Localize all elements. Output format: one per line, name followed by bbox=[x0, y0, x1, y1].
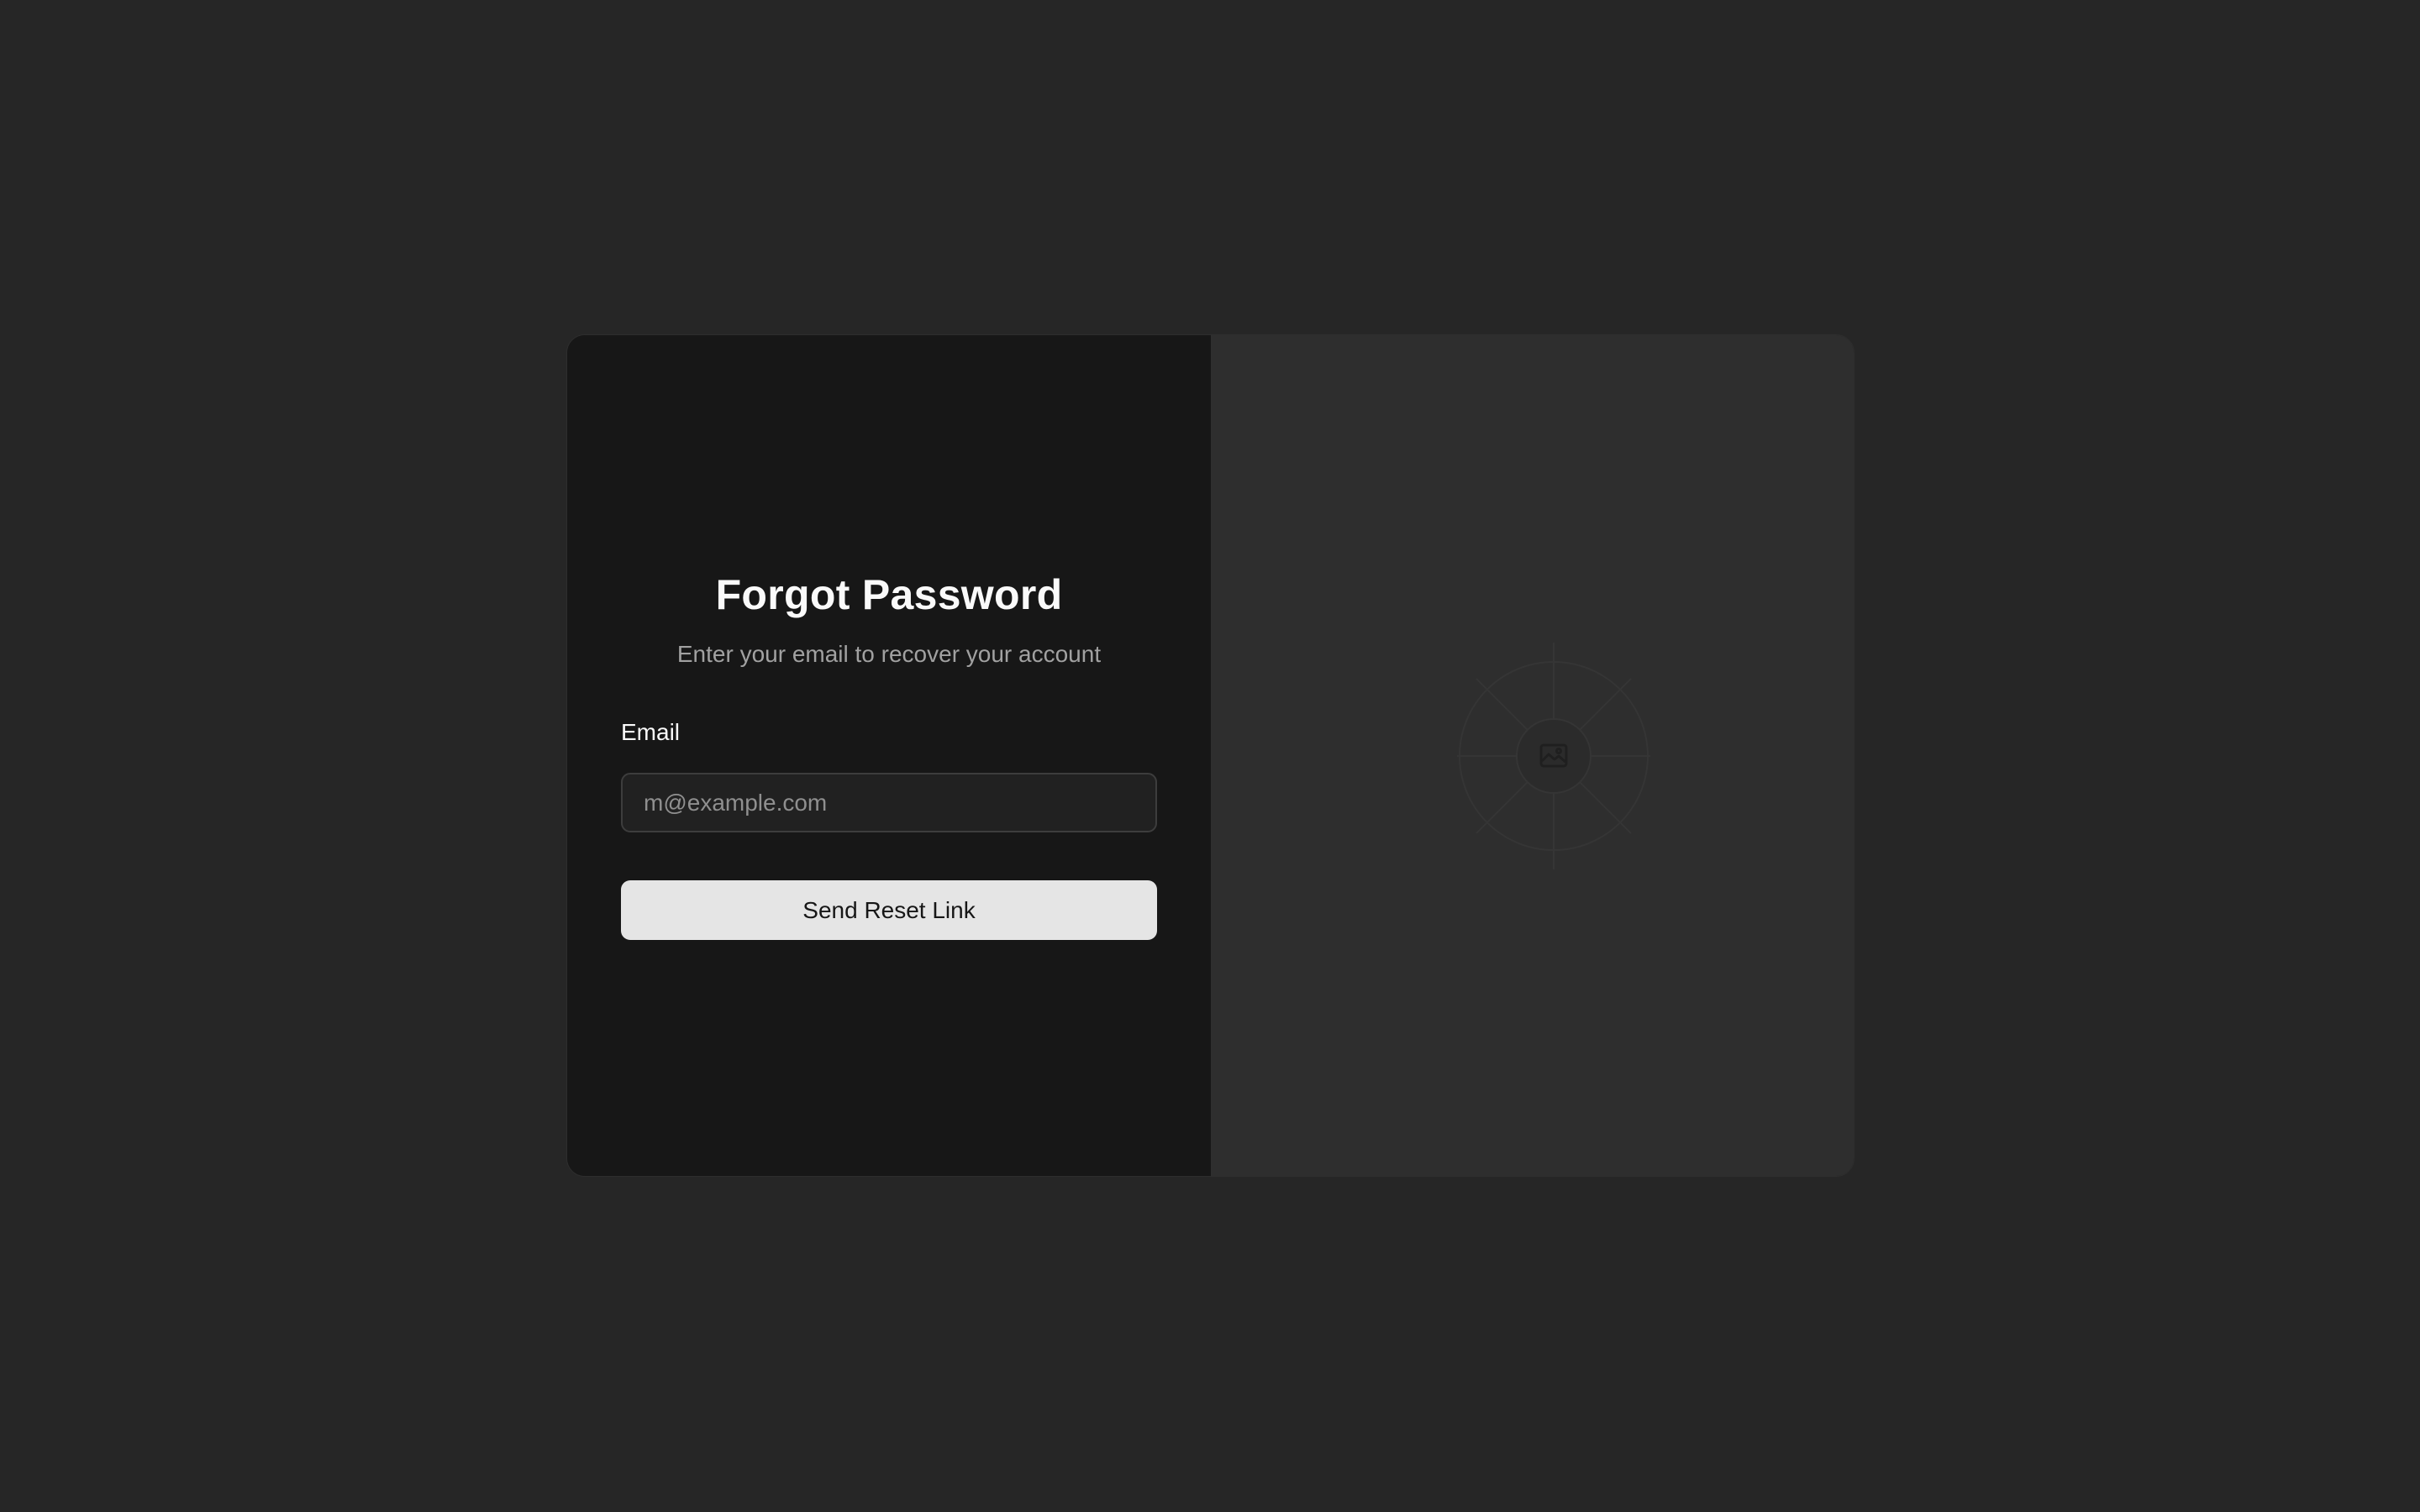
media-panel bbox=[1211, 335, 1854, 1176]
form-panel: Forgot Password Enter your email to reco… bbox=[567, 335, 1211, 1176]
send-reset-link-button[interactable]: Send Reset Link bbox=[621, 880, 1157, 940]
image-placeholder-icon bbox=[1457, 643, 1650, 869]
page-subtitle: Enter your email to recover your account bbox=[676, 641, 1102, 667]
email-field[interactable] bbox=[621, 773, 1157, 832]
forgot-password-card: Forgot Password Enter your email to reco… bbox=[566, 334, 1854, 1177]
page-title: Forgot Password bbox=[715, 571, 1063, 618]
email-label: Email bbox=[621, 719, 681, 745]
